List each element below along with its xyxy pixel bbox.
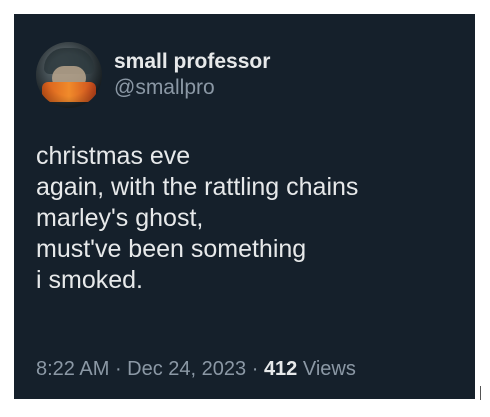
meta-separator: ·: [246, 358, 264, 380]
tweet-text-line: again, with the rattling chains: [36, 173, 359, 201]
views-count[interactable]: 412: [264, 358, 297, 380]
tweet-text-line: i smoked.: [36, 266, 143, 294]
meta-separator: ·: [109, 358, 128, 380]
avatar-image-detail: [36, 42, 102, 108]
views-label[interactable]: Views: [297, 358, 356, 380]
tweet-card: small professor @smallpro christmas eve …: [14, 14, 475, 399]
tweet-time[interactable]: 8:22 AM: [36, 358, 109, 380]
tweet-date[interactable]: Dec 24, 2023: [127, 358, 246, 380]
tweet-header: small professor @smallpro: [36, 42, 270, 108]
tweet-text-line: christmas eve: [36, 142, 191, 170]
tweet-text-line: marley's ghost,: [36, 204, 204, 232]
author-display-name[interactable]: small professor: [114, 49, 270, 75]
tweet-metadata: 8:22 AM · Dec 24, 2023 · 412 Views: [36, 357, 356, 381]
tweet-text-line: must've been something: [36, 235, 307, 263]
tweet-text: christmas eve again, with the rattling c…: [36, 141, 466, 296]
author-names: small professor @smallpro: [114, 49, 270, 101]
author-handle[interactable]: @smallpro: [114, 75, 270, 101]
avatar[interactable]: [36, 42, 102, 108]
text-cursor: [480, 386, 481, 400]
